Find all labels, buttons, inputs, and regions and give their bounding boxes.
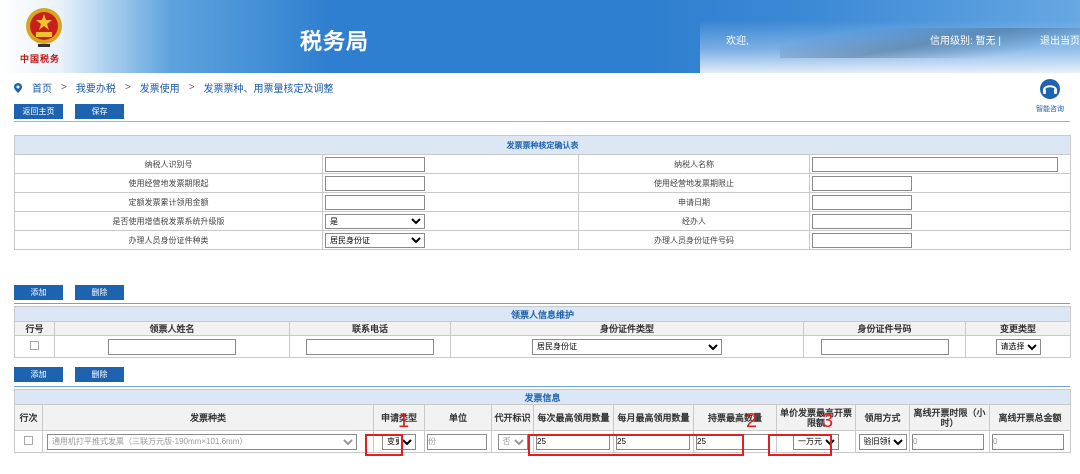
- breadcrumb-separator: >: [188, 82, 195, 93]
- annotation-number: 1: [398, 410, 410, 432]
- breadcrumb: 首页 > 我要办税 > 发票使用 > 发票票种、用票量核定及调整: [14, 80, 334, 95]
- col-max-hold: 持票最高数量: [693, 404, 777, 431]
- welcome-text: 欢迎,: [726, 36, 749, 47]
- id-no-field[interactable]: [812, 232, 912, 248]
- holder-table-title: 领票人信息维护: [13, 306, 1072, 322]
- col-holder-name: 领票人姓名: [54, 321, 290, 336]
- confirm-table: 发票票种核定确认表 纳税人识别号 纳税人名称 使用经营地发票期限起 使用经营地发…: [14, 135, 1071, 250]
- breadcrumb-separator: >: [61, 82, 67, 93]
- divider: [14, 121, 1070, 122]
- col-per-time: 每次最高领用数量: [533, 404, 614, 431]
- invoice-table-title: 发票信息: [13, 389, 1072, 405]
- location-pin-icon: [14, 82, 22, 93]
- col-line-no: 行次: [14, 404, 43, 431]
- unit-field[interactable]: [427, 433, 487, 450]
- credit-level: 信用级别: 暂无 |: [930, 36, 1001, 47]
- annotation-box-apply-type: [365, 434, 403, 456]
- col-proxy-flag: 代开标识: [491, 404, 534, 431]
- handler-label: 经办人: [578, 211, 810, 231]
- col-per-month: 每月最高领用数量: [613, 404, 694, 431]
- upgrade-label: 是否使用增值税发票系统升级版: [14, 211, 323, 231]
- table-row: 居民身份证 请选择: [14, 335, 1072, 358]
- period-end-label: 使用经营地发票期限止: [578, 173, 810, 193]
- taxpayer-name-label: 纳税人名称: [578, 154, 810, 174]
- row-checkbox[interactable]: [24, 436, 33, 445]
- save-button[interactable]: 保存: [75, 104, 124, 119]
- col-offline-hours: 离线开票时限（小时）: [909, 404, 990, 431]
- breadcrumb-separator: >: [124, 82, 131, 93]
- breadcrumb-home[interactable]: 首页: [32, 80, 52, 95]
- col-unit: 单位: [424, 404, 492, 431]
- confirm-table-title: 发票票种核定确认表: [14, 135, 1071, 155]
- apply-date-field[interactable]: [812, 194, 912, 210]
- quota-amount-field[interactable]: [325, 194, 425, 210]
- breadcrumb-invoice-use[interactable]: 发票使用: [140, 80, 180, 95]
- change-type-select[interactable]: 请选择: [995, 338, 1041, 355]
- taxpayer-id-label: 纳税人识别号: [14, 154, 323, 174]
- col-invoice-type: 发票种类: [42, 404, 374, 431]
- col-method: 领用方式: [855, 404, 910, 431]
- col-row-no: 行号: [14, 321, 55, 336]
- apply-date-label: 申请日期: [578, 192, 810, 212]
- annotation-box-quantities: [528, 434, 744, 456]
- logout-link[interactable]: 退出当页: [1040, 32, 1080, 47]
- row-checkbox[interactable]: [30, 341, 39, 350]
- holder-name-field[interactable]: [108, 338, 236, 355]
- method-select[interactable]: 验旧领新: [858, 433, 907, 450]
- breadcrumb-current: 发票票种、用票量核定及调整: [203, 84, 334, 95]
- annotation-number: 2: [746, 410, 758, 432]
- header-banner: 中国税务 税务局 欢迎, 信用级别: 暂无 | 退出当页: [0, 0, 1080, 73]
- invoice-type-select[interactable]: 通用机打平推式发票（三联万元版-190mm×101.6mm）: [47, 433, 357, 450]
- logo-text: 中国税务: [20, 55, 61, 65]
- holder-table: 领票人信息维护 行号 领票人姓名 联系电话 身份证件类型 身份证件号码 变更类型…: [13, 306, 1072, 358]
- back-home-button[interactable]: 返回主页: [14, 104, 63, 119]
- taxpayer-id-field[interactable]: [325, 156, 425, 172]
- assist-label: 智能咨询: [1036, 106, 1064, 113]
- holder-add-button[interactable]: 添加: [14, 285, 63, 300]
- col-id-type: 身份证件类型: [450, 321, 804, 336]
- phone-field[interactable]: [306, 338, 434, 355]
- quota-amount-label: 定额发票累计领用金额: [14, 192, 323, 212]
- period-start-field[interactable]: [325, 175, 425, 191]
- site-title: 税务局: [300, 30, 370, 55]
- col-unit-limit: 单价发票最高开票限额: [776, 404, 856, 431]
- smart-assistant[interactable]: 智能咨询: [1030, 78, 1070, 114]
- period-end-field[interactable]: [812, 175, 912, 191]
- breadcrumb-tax[interactable]: 我要办税: [76, 80, 116, 95]
- holder-delete-button[interactable]: 删除: [75, 285, 124, 300]
- id-no-label: 办理人员身份证件号码: [578, 230, 810, 250]
- proxy-flag-select[interactable]: 否: [497, 433, 528, 450]
- period-start-label: 使用经营地发票期限起: [14, 173, 323, 193]
- col-offline-amount: 离线开票总金额: [988, 404, 1072, 431]
- headset-icon: [1040, 79, 1060, 99]
- col-change-type: 变更类型: [964, 321, 1072, 336]
- col-phone: 联系电话: [289, 321, 451, 336]
- divider: [14, 303, 1070, 304]
- handler-field[interactable]: [812, 213, 912, 229]
- holder-id-no-field[interactable]: [820, 338, 949, 355]
- invoice-add-button[interactable]: 添加: [14, 367, 63, 382]
- holder-id-type-select[interactable]: 居民身份证: [532, 338, 722, 355]
- upgrade-select[interactable]: 是: [325, 213, 425, 229]
- national-emblem-icon: [26, 8, 62, 47]
- col-id-no: 身份证件号码: [803, 321, 966, 336]
- invoice-delete-button[interactable]: 删除: [75, 367, 124, 382]
- divider: [14, 386, 1070, 387]
- taxpayer-name-field[interactable]: [812, 156, 1058, 172]
- annotation-box-unit-limit: [768, 434, 832, 456]
- id-type-label: 办理人员身份证件种类: [14, 230, 323, 250]
- offline-hours-field[interactable]: [912, 433, 984, 450]
- offline-amount-field[interactable]: [992, 433, 1064, 450]
- annotation-number: 3: [822, 410, 834, 432]
- id-type-select[interactable]: 居民身份证: [325, 232, 425, 248]
